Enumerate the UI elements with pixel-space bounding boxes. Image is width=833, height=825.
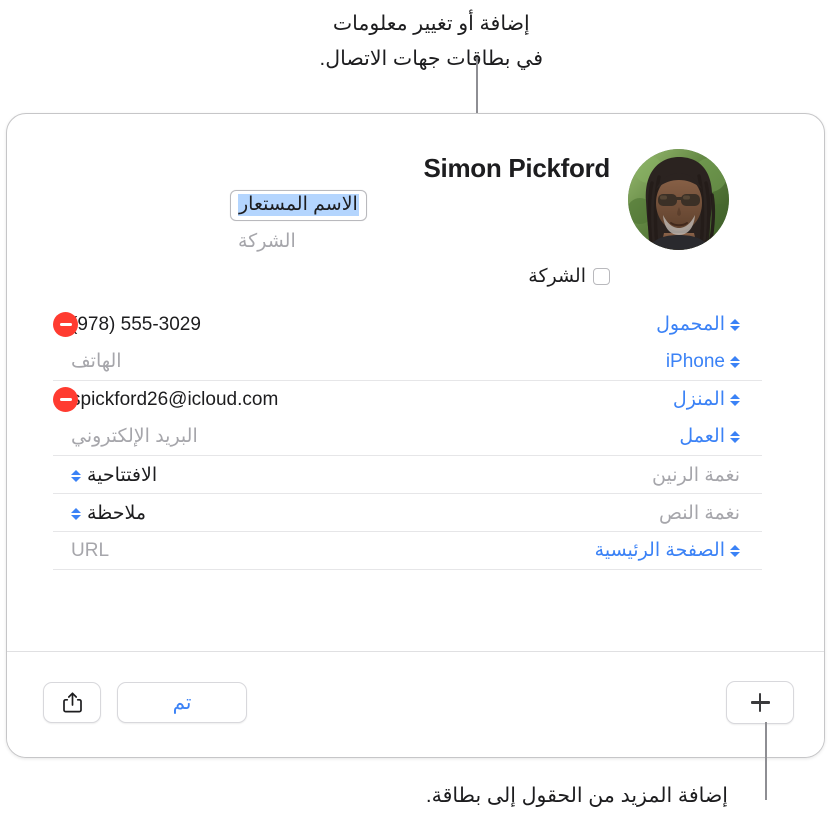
company-checkbox-row[interactable]: الشركة xyxy=(230,253,610,288)
nickname-input[interactable]: الاسم المستعار xyxy=(230,190,367,221)
add-field-button[interactable] xyxy=(726,681,794,724)
field-type-stepper[interactable] xyxy=(730,318,740,331)
contact-full-name[interactable]: Simon Pickford xyxy=(230,152,611,184)
company-checkbox-label: الشركة xyxy=(528,266,586,287)
field-value[interactable]: (978) 555-3029 xyxy=(53,314,610,336)
bottom-leader-line xyxy=(765,722,767,800)
name-block: Simon Pickford الاسم المستعار الشركة الش… xyxy=(230,152,610,288)
field-value[interactable]: spickford26@icloud.com xyxy=(53,389,610,411)
field-label: iPhone xyxy=(665,350,725,372)
avatar-photo xyxy=(628,149,729,250)
field-type-stepper[interactable] xyxy=(730,430,740,443)
text-tone-value-cell[interactable]: ملاحظة xyxy=(71,502,146,525)
field-label-cell[interactable]: المحمول xyxy=(610,313,784,336)
field-label: المحمول xyxy=(656,314,725,335)
field-type-stepper[interactable] xyxy=(730,355,740,368)
ringtone-label: نغمة الرنين xyxy=(652,465,740,486)
done-button[interactable]: تم xyxy=(117,682,247,723)
field-type-stepper[interactable] xyxy=(730,544,740,557)
top-caption: إضافة أو تغيير معلومات في بطاقات جهات ال… xyxy=(319,12,543,70)
field-list: المحمول (978) 555-3029 iPhone الهاتف الم… xyxy=(53,306,784,570)
field-row-text-tone[interactable]: نغمة النص ملاحظة xyxy=(53,494,784,531)
field-value-placeholder[interactable]: URL xyxy=(53,540,595,562)
field-label-cell[interactable]: المنزل xyxy=(610,388,784,411)
field-row-email-home[interactable]: المنزل spickford26@icloud.com xyxy=(53,381,784,418)
phone-field-group: المحمول (978) 555-3029 iPhone الهاتف xyxy=(53,306,784,380)
field-row-email-work[interactable]: العمل البريد الإلكتروني xyxy=(53,418,784,455)
row-separator xyxy=(53,569,762,570)
field-row-phone-mobile[interactable]: المحمول (978) 555-3029 xyxy=(53,306,784,343)
contact-card-window: Simon Pickford الاسم المستعار الشركة الش… xyxy=(6,113,825,758)
field-label: الصفحة الرئيسية xyxy=(594,540,725,561)
card-toolbar: تم xyxy=(7,651,824,757)
field-value-placeholder[interactable]: الهاتف xyxy=(53,350,610,373)
field-label: العمل xyxy=(679,426,725,447)
avatar[interactable] xyxy=(628,149,729,250)
company-checkbox[interactable] xyxy=(593,268,610,285)
company-placeholder-text[interactable]: الشركة xyxy=(230,221,610,253)
remove-field-button[interactable] xyxy=(53,312,78,337)
field-label-cell[interactable]: الصفحة الرئيسية xyxy=(595,539,784,562)
identity-header: Simon Pickford الاسم المستعار الشركة الش… xyxy=(7,114,824,306)
ringtone-value-cell[interactable]: الافتتاحية xyxy=(71,464,157,487)
share-icon xyxy=(62,692,82,713)
field-value-placeholder[interactable]: البريد الإلكتروني xyxy=(53,425,610,448)
ringtone-value: الافتتاحية xyxy=(87,465,158,486)
field-label: المنزل xyxy=(672,389,725,410)
field-row-ringtone[interactable]: نغمة الرنين الافتتاحية xyxy=(53,456,784,493)
field-row-homepage[interactable]: الصفحة الرئيسية URL xyxy=(53,532,784,569)
field-type-stepper[interactable] xyxy=(730,393,740,406)
email-field-group: المنزل spickford26@icloud.com العمل البر… xyxy=(53,381,784,455)
text-tone-stepper[interactable] xyxy=(71,507,81,520)
nickname-placeholder-text: الاسم المستعار xyxy=(238,194,359,216)
field-label-cell[interactable]: iPhone xyxy=(610,351,784,373)
text-tone-value: ملاحظة xyxy=(87,503,147,524)
field-label-cell[interactable]: العمل xyxy=(610,425,784,448)
bottom-caption: إضافة المزيد من الحقول إلى بطاقة. xyxy=(425,784,728,807)
share-button[interactable] xyxy=(43,682,101,723)
remove-field-button[interactable] xyxy=(53,387,78,412)
done-button-label: تم xyxy=(172,692,192,714)
ringtone-stepper[interactable] xyxy=(71,469,81,482)
text-tone-label: نغمة النص xyxy=(659,503,740,524)
field-row-phone-iphone[interactable]: iPhone الهاتف xyxy=(53,343,784,380)
plus-icon xyxy=(750,693,770,712)
